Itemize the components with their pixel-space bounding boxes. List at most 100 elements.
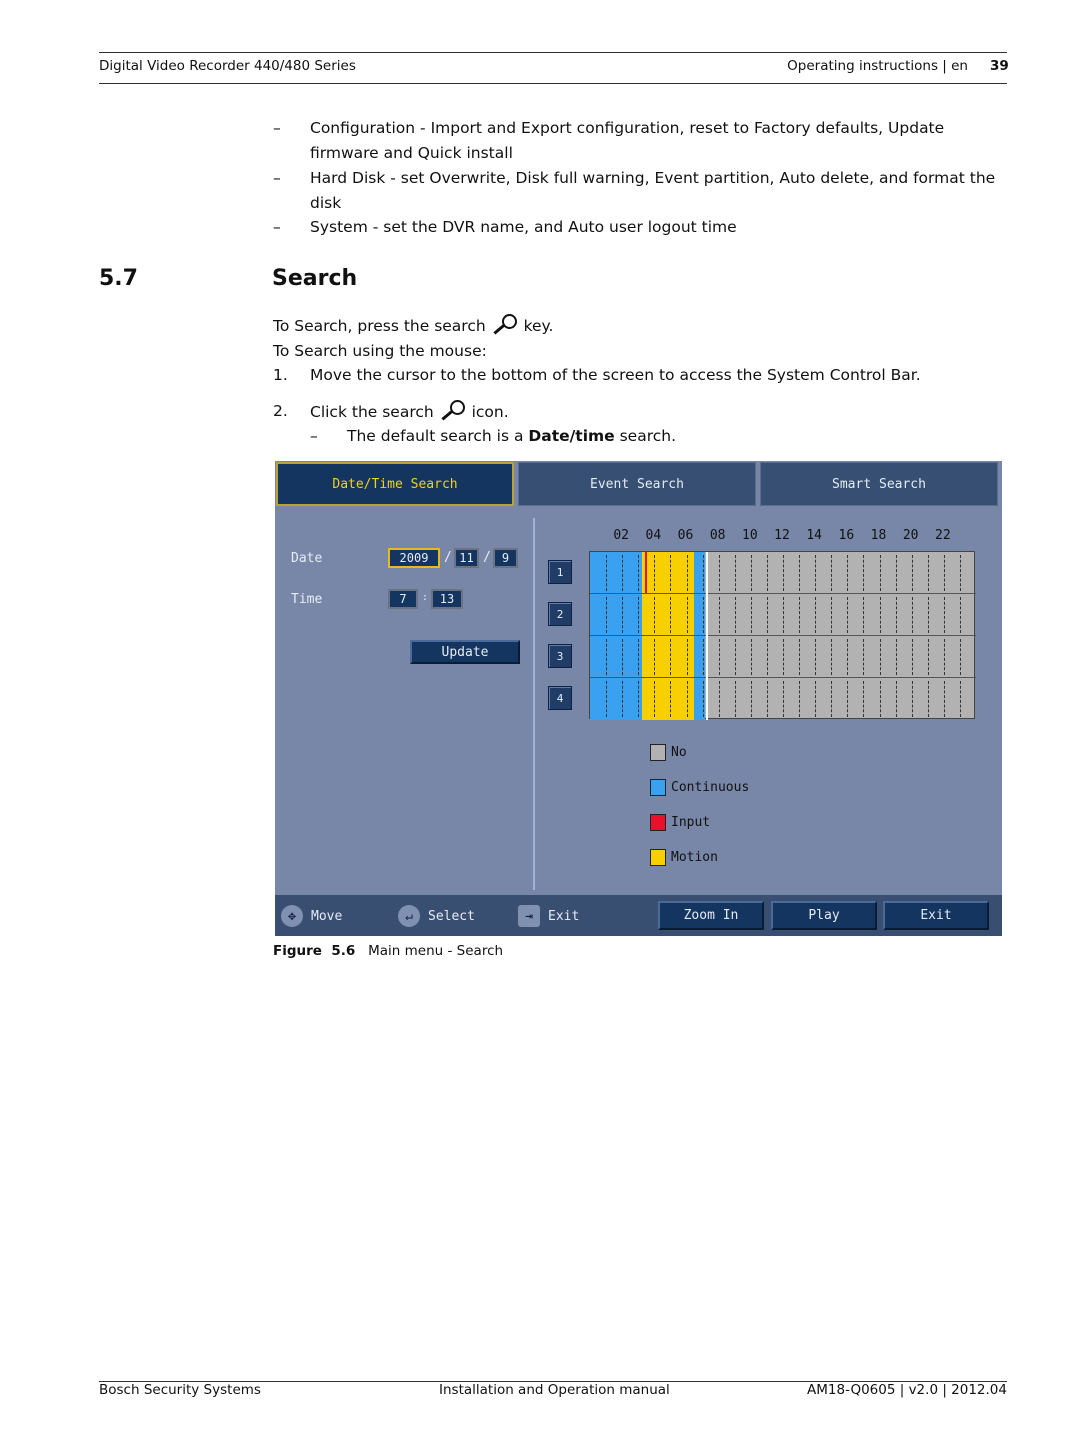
page-number: 39 — [990, 58, 1009, 74]
month-field[interactable]: 11 — [454, 548, 479, 568]
time-separator: : — [422, 592, 429, 603]
segment-continuous — [590, 636, 643, 678]
hour-gridline — [959, 555, 961, 591]
hour-tick-label: 10 — [742, 528, 758, 543]
hour-gridline — [847, 681, 849, 717]
search-icon — [439, 400, 467, 421]
channel-2-button[interactable]: 2 — [548, 602, 572, 626]
legend-swatch — [650, 779, 666, 796]
hour-gridline — [606, 555, 608, 591]
text: icon. — [471, 403, 509, 421]
hour-gridline — [911, 639, 913, 675]
hour-gridline — [622, 639, 624, 675]
hour-gridline — [734, 639, 736, 675]
text-bold: Date/time — [528, 427, 615, 445]
hour-tick-label: 20 — [902, 528, 919, 543]
hour-gridline — [879, 597, 881, 633]
hour-gridline — [911, 681, 913, 717]
time-cursor[interactable] — [706, 552, 709, 720]
year-field[interactable]: 2009 — [388, 548, 440, 568]
legend-item: Continuous — [650, 779, 749, 796]
manual-page: Digital Video Recorder 440/480 Series Op… — [0, 0, 1080, 1441]
zoom-in-button[interactable]: Zoom In — [658, 901, 764, 930]
segment-continuous — [590, 552, 643, 594]
hour-gridline — [959, 681, 961, 717]
section-number: 5.7 — [99, 266, 138, 291]
hour-gridline — [686, 597, 688, 633]
hour-gridline — [895, 681, 897, 717]
channel-1-button[interactable]: 1 — [548, 560, 572, 584]
tab-smart-search[interactable]: Smart Search — [760, 462, 998, 506]
hour-tick-label: 14 — [806, 528, 822, 543]
hour-gridline — [766, 681, 768, 717]
text: Click the search — [310, 403, 434, 421]
hour-gridline — [943, 555, 945, 591]
channel-3-button[interactable]: 3 — [548, 644, 572, 668]
hour-gridline — [718, 681, 720, 717]
hour-gridline — [622, 555, 624, 591]
hour-gridline — [702, 555, 704, 591]
day-field[interactable]: 9 — [493, 548, 518, 568]
exit-button[interactable]: Exit — [883, 901, 989, 930]
time-label: Time — [291, 592, 323, 607]
hour-gridline — [927, 555, 929, 591]
step-text: Move the cursor to the bottom of the scr… — [310, 366, 921, 384]
minute-field[interactable]: 13 — [431, 589, 463, 609]
segment-continuous — [590, 678, 643, 720]
hour-gridline — [718, 639, 720, 675]
hour-gridline — [702, 681, 704, 717]
bullet-text: disk — [310, 194, 342, 212]
hour-tick-label: 22 — [935, 528, 951, 543]
hint-move: ✥ Move — [281, 905, 342, 927]
update-button[interactable]: Update — [410, 640, 520, 664]
hour-gridline — [927, 639, 929, 675]
hour-tick-label: 18 — [870, 528, 887, 543]
hour-tick-label: 08 — [709, 528, 726, 543]
hour-gridline — [863, 597, 865, 633]
bullet-text: firmware and Quick install — [310, 144, 513, 162]
hour-gridline — [815, 597, 817, 633]
hour-gridline — [959, 639, 961, 675]
header-rule-bottom — [99, 83, 1007, 84]
row-divider — [590, 677, 976, 678]
para-line1: To Search, press the search key. — [273, 314, 553, 335]
hour-gridline — [831, 555, 833, 591]
tab-event-search[interactable]: Event Search — [518, 462, 756, 506]
hour-field[interactable]: 7 — [388, 589, 418, 609]
hour-gridline — [799, 639, 801, 675]
hour-gridline — [911, 555, 913, 591]
hour-gridline — [606, 639, 608, 675]
bullet-text: System - set the DVR name, and Auto user… — [310, 218, 737, 236]
date-separator: / — [444, 550, 452, 565]
hour-tick-label: 12 — [774, 528, 790, 543]
tab-date-time-search[interactable]: Date/Time Search — [276, 462, 514, 506]
footer-center: Installation and Operation manual — [439, 1382, 670, 1398]
dvr-search-screen: Date/Time Search Event Search Smart Sear… — [275, 461, 1002, 936]
figure-caption: Figure 5.6 Main menu - Search — [273, 943, 503, 959]
legend-swatch — [650, 849, 666, 866]
hour-gridline — [879, 681, 881, 717]
hour-gridline — [622, 597, 624, 633]
hour-gridline — [750, 681, 752, 717]
hour-gridline — [895, 555, 897, 591]
hour-gridline — [750, 555, 752, 591]
hour-gridline — [783, 681, 784, 717]
para-line2: To Search using the mouse: — [273, 342, 487, 360]
hour-gridline — [911, 597, 913, 633]
hint-label: Exit — [548, 908, 580, 924]
panel-divider — [533, 518, 535, 890]
hour-tick-label: 06 — [677, 528, 694, 543]
hour-gridline — [686, 639, 688, 675]
bullet-text: Hard Disk - set Overwrite, Disk full war… — [310, 169, 996, 187]
hour-tick-label: 16 — [838, 528, 855, 543]
text: To Search, press the search — [273, 317, 486, 335]
section-title: Search — [272, 266, 358, 291]
hour-gridline — [638, 597, 640, 633]
step-text: Click the search icon. — [310, 400, 509, 421]
play-button[interactable]: Play — [771, 901, 877, 930]
timeline-grid[interactable] — [589, 551, 976, 720]
hour-gridline — [654, 555, 656, 591]
hour-gridline — [750, 597, 752, 633]
bullet-dash: – — [273, 169, 281, 187]
channel-4-button[interactable]: 4 — [548, 686, 572, 710]
